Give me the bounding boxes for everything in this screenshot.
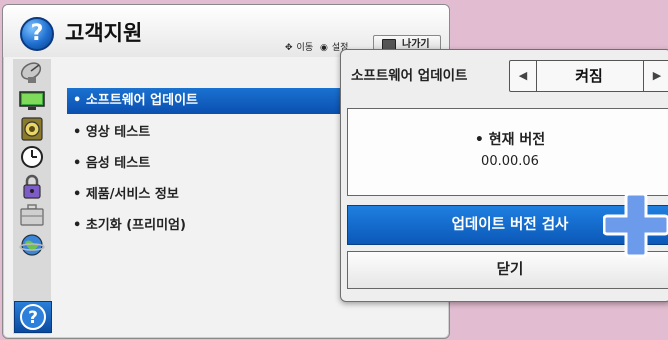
auto-update-selector[interactable]: ◀ 켜짐 ▶ — [509, 60, 668, 92]
move-hint-label: 이동 — [296, 43, 314, 53]
help-icon: ? — [20, 17, 54, 51]
lock-icon[interactable] — [18, 174, 46, 199]
auto-update-value: 켜짐 — [575, 67, 603, 85]
current-version-number: 00.00.06 — [481, 154, 539, 169]
previous-option-arrow-icon[interactable]: ◀ — [510, 61, 537, 91]
briefcase-icon[interactable] — [18, 203, 46, 227]
menu-item-product-info[interactable]: • 제품/서비스 정보 — [67, 182, 363, 208]
menu-item-software-update[interactable]: • 소프트웨어 업데이트 — [67, 88, 349, 114]
menu-item-reset[interactable]: • 초기화 (프리미엄) — [67, 213, 363, 239]
current-version-panel: • 현재 버전 00.00.06 — [347, 108, 668, 196]
ok-dot-icon: ◉ — [319, 43, 328, 53]
menu-item-picture-test[interactable]: • 영상 테스트 — [67, 120, 363, 146]
satellite-dish-icon[interactable] — [18, 61, 46, 85]
window-title: 고객지원 — [65, 21, 143, 45]
move-arrows-icon: ✥ — [285, 43, 293, 53]
software-update-label: 소프트웨어 업데이트 — [351, 68, 468, 84]
category-icon-column: ? — [13, 59, 52, 334]
pointer-cursor-icon — [603, 192, 668, 258]
menu-item-sound-test[interactable]: • 음성 테스트 — [67, 151, 363, 177]
speaker-icon[interactable] — [18, 117, 46, 141]
monitor-icon[interactable] — [18, 89, 46, 113]
svg-text:?: ? — [28, 308, 38, 328]
current-version-title: • 현재 버전 — [474, 132, 546, 148]
next-option-arrow-icon[interactable]: ▶ — [643, 61, 668, 91]
clock-icon[interactable] — [18, 145, 46, 169]
help-icon-selected[interactable]: ? — [14, 301, 52, 333]
globe-icon[interactable] — [18, 233, 46, 257]
software-update-dialog: 소프트웨어 업데이트 ◀ 켜짐 ▶ • 현재 버전 00.00.06 업데이트 … — [340, 49, 668, 302]
